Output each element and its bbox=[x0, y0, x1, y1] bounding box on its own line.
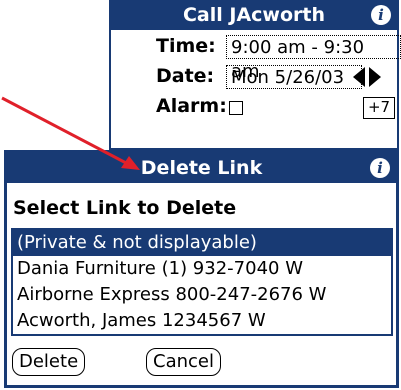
delete-button[interactable]: Delete bbox=[12, 348, 86, 376]
call-form: Call JAcworth i Time: 9:00 am - 9:30 am … bbox=[109, 0, 401, 150]
date-label: Date: bbox=[156, 65, 215, 87]
call-form-titlebar: Call JAcworth i bbox=[111, 0, 397, 30]
dialog-prompt: Select Link to Delete bbox=[13, 197, 237, 219]
info-icon[interactable]: i bbox=[371, 5, 391, 25]
link-list[interactable]: (Private & not displayable) Dania Furnit… bbox=[11, 228, 393, 336]
alarm-checkbox[interactable] bbox=[229, 101, 243, 115]
list-item[interactable]: Acworth, James 1234567 W bbox=[13, 308, 391, 334]
list-item[interactable]: (Private & not displayable) bbox=[13, 230, 391, 256]
time-field[interactable]: 9:00 am - 9:30 am bbox=[226, 35, 401, 82]
call-form-title: Call JAcworth bbox=[182, 4, 326, 26]
dialog-title: Delete Link bbox=[140, 157, 263, 179]
alarm-label: Alarm: bbox=[156, 95, 227, 117]
delete-link-dialog: Delete Link i Select Link to Delete (Pri… bbox=[4, 150, 399, 388]
list-item[interactable]: Airborne Express 800-247-2676 W bbox=[13, 282, 391, 308]
info-icon[interactable]: i bbox=[370, 158, 390, 178]
time-label: Time: bbox=[156, 35, 216, 57]
alarm-offset-box[interactable]: +7 bbox=[363, 97, 395, 119]
arrow-right-icon[interactable] bbox=[369, 67, 381, 87]
date-field[interactable]: Mon 5/26/03 bbox=[226, 65, 362, 89]
cancel-button[interactable]: Cancel bbox=[146, 348, 221, 376]
arrow-left-icon[interactable] bbox=[353, 67, 365, 87]
list-item[interactable]: Dania Furniture (1) 932-7040 W bbox=[13, 256, 391, 282]
dialog-titlebar: Delete Link i bbox=[7, 153, 396, 183]
